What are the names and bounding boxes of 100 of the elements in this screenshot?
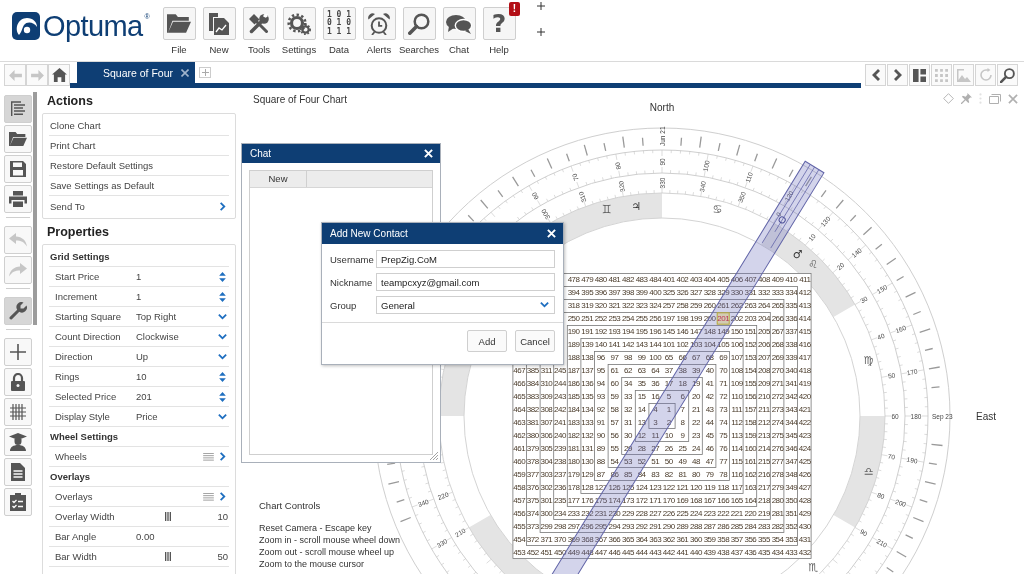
grid-number: 88 xyxy=(596,457,605,467)
grid-number: 157 xyxy=(744,405,757,415)
grid-number: 411 xyxy=(799,275,811,285)
grid-number: 93 xyxy=(596,392,605,402)
grid-number: 181 xyxy=(567,444,580,454)
zodiac-sign: ♌ xyxy=(808,258,819,272)
grid-number: 142 xyxy=(622,340,634,350)
grid-number: 208 xyxy=(758,366,770,376)
grid-number: 233 xyxy=(567,509,580,519)
grid-number: 311 xyxy=(540,366,553,376)
grid-number: 428 xyxy=(798,496,811,506)
grid-number: 285 xyxy=(730,522,743,532)
grid-number: 368 xyxy=(581,535,594,545)
zodiac-sign: ♍ xyxy=(863,354,874,368)
grid-number: 177 xyxy=(567,496,580,506)
grid-number: 80 xyxy=(692,470,700,480)
grid-number: 197 xyxy=(662,314,675,324)
grid-number: 452 xyxy=(526,548,539,558)
grid-number: 353 xyxy=(785,535,798,545)
grid-number: 65 xyxy=(664,353,673,363)
grid-number: 158 xyxy=(744,418,757,428)
grid-number: 79 xyxy=(705,470,714,480)
grid-number: 137 xyxy=(581,366,594,376)
grid-number: 99 xyxy=(637,353,646,363)
grid-number: 179 xyxy=(567,470,580,480)
grid-number: 394 xyxy=(567,288,580,298)
grid-number: 262 xyxy=(730,301,743,311)
grid-number: 85 xyxy=(624,470,632,480)
grid-number: 281 xyxy=(771,509,784,519)
grid-number: 400 xyxy=(649,288,662,298)
grid-number: 366 xyxy=(608,535,621,545)
grid-number: 41 xyxy=(705,379,714,389)
grid-number: 427 xyxy=(798,483,811,493)
grid-number: 271 xyxy=(771,379,784,389)
property-label: Starting Square xyxy=(54,311,122,322)
grid-number: 59 xyxy=(610,392,619,402)
panel-heading: Actions xyxy=(46,93,94,110)
grid-number: 399 xyxy=(635,288,648,298)
zodiac-sign: ♋ xyxy=(712,202,723,216)
grid-number: 193 xyxy=(608,327,621,337)
grid-number: 306 xyxy=(540,431,553,441)
grid-number: 155 xyxy=(744,379,757,389)
grid-number: 323 xyxy=(635,301,648,311)
grid-number: 48 xyxy=(692,457,700,467)
field-label: Nickname xyxy=(330,276,374,288)
grid-number: 53 xyxy=(624,457,632,467)
grid-number: 409 xyxy=(771,275,784,285)
grid-number: 384 xyxy=(526,379,539,389)
grid-number: 445 xyxy=(622,548,634,558)
grid-number: 423 xyxy=(798,431,811,441)
property-label: Selected Price xyxy=(54,391,118,402)
grid-number: 369 xyxy=(567,535,580,545)
grid-number: 52 xyxy=(637,457,646,467)
grid-number: 331 xyxy=(744,288,757,298)
grid-number: 190 xyxy=(567,327,580,337)
dialog-title: Add New Contact xyxy=(330,228,408,239)
planet-symbol: ♃ xyxy=(631,200,642,214)
grid-number: 132 xyxy=(581,431,594,441)
grid-number: 296 xyxy=(581,522,594,532)
grid-number: 98 xyxy=(624,353,632,363)
grid-number: 396 xyxy=(594,288,607,298)
grid-number: 455 xyxy=(513,522,526,532)
grid-number: 433 xyxy=(785,548,798,558)
grid-number: 186 xyxy=(567,379,580,389)
grid-number: 292 xyxy=(635,522,648,532)
grid-number: 254 xyxy=(622,314,634,324)
section-heading: Wheel Settings xyxy=(49,427,229,447)
grid-number: 276 xyxy=(771,444,784,454)
grid-number: 115 xyxy=(731,457,743,467)
grid-number: 279 xyxy=(771,483,784,493)
grid-number: 342 xyxy=(785,392,798,402)
grid-number: 310 xyxy=(540,379,553,389)
grid-number: 195 xyxy=(635,327,648,337)
grid-number: 40 xyxy=(705,366,714,376)
grid-number: 303 xyxy=(540,470,553,480)
grid-number: 406 xyxy=(730,275,743,285)
grid-number: 378 xyxy=(526,457,539,467)
grid-number: 237 xyxy=(554,470,566,480)
grid-number: 97 xyxy=(610,353,619,363)
grid-number: 420 xyxy=(798,392,811,402)
grid-number: 442 xyxy=(662,548,675,558)
notification-badge: ! xyxy=(509,2,520,16)
grid-number: 46 xyxy=(705,444,714,454)
grid-number: 28 xyxy=(637,444,646,454)
grid-number: 240 xyxy=(554,431,566,441)
grid-number: 11 xyxy=(651,431,659,441)
grid-number: 288 xyxy=(690,522,702,532)
field-label: Username xyxy=(330,253,375,265)
grid-number: 34 xyxy=(624,379,632,389)
grid-number: 460 xyxy=(513,457,526,467)
grid-number: 329 xyxy=(717,288,730,298)
grid-number: 154 xyxy=(744,366,757,376)
grid-number: 283 xyxy=(758,522,770,532)
grid-number: 349 xyxy=(785,483,798,493)
grid-number: 163 xyxy=(744,483,757,493)
grid-number: 347 xyxy=(785,457,798,467)
grid-number: 479 xyxy=(581,275,594,285)
grid-number: 182 xyxy=(567,431,580,441)
grid-number: 333 xyxy=(771,288,784,298)
grid-number: 29 xyxy=(624,444,632,454)
